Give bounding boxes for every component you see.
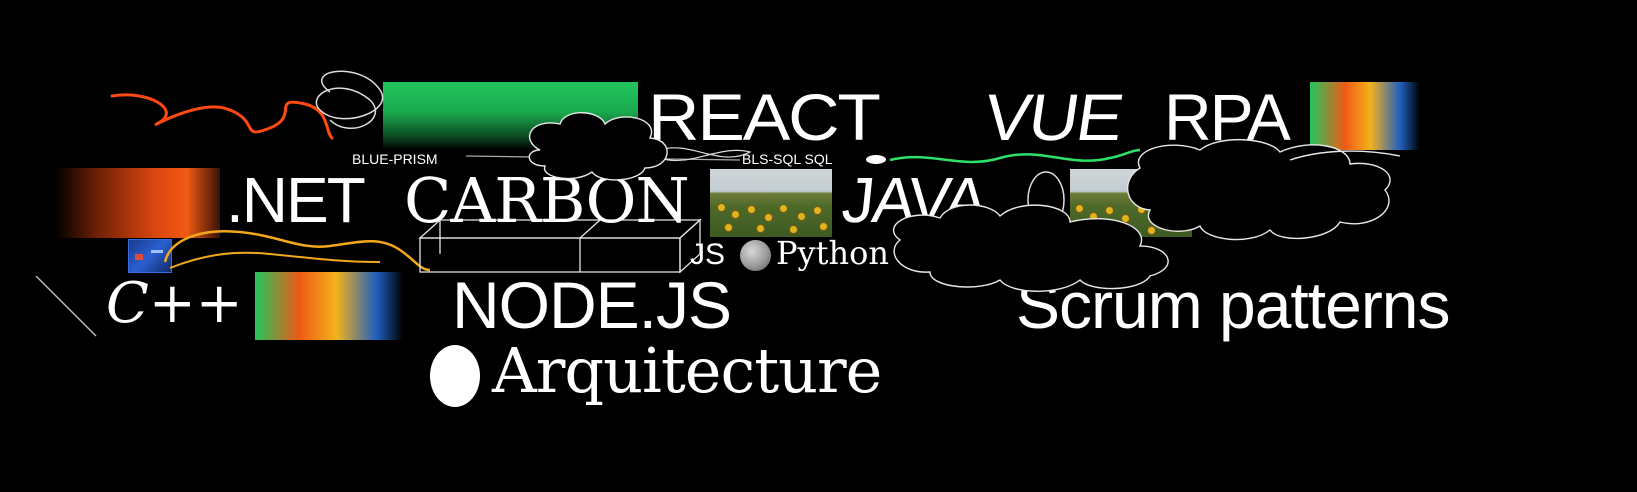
moon-icon — [740, 240, 771, 271]
rpa-label: RPA — [1164, 80, 1291, 154]
scrum-patterns-label: Scrum patterns — [1016, 268, 1450, 342]
nodejs-label: NODE.JS — [452, 268, 732, 342]
react-label: REACT — [648, 80, 881, 154]
arquitecture-label: Arquitecture — [492, 334, 882, 407]
js-label: JS — [690, 238, 726, 271]
collage-canvas: REACT VUE RPA BLUE-PRISM BLS-SQL SQL .NE… — [0, 0, 1637, 492]
sunflower-field-photo — [710, 169, 832, 237]
red-squiggle — [110, 93, 334, 140]
dotnet-label: .NET — [226, 164, 366, 236]
vue-label: VUE — [979, 80, 1127, 154]
java-label: JAVA — [838, 164, 989, 236]
carbon-label: CARBON — [404, 164, 690, 237]
cpp-label: C++ — [106, 271, 243, 336]
orange-gradient-block — [55, 168, 220, 238]
python-label: Python — [776, 234, 889, 272]
spectrum-block-left — [255, 272, 403, 340]
screen-thumbnail-icon — [128, 239, 172, 273]
sunflower-field-photo-2 — [1070, 169, 1192, 237]
small-white-ellipse — [866, 155, 886, 164]
green-gradient-block — [383, 82, 638, 150]
bls-sql-label: BLS-SQL SQL — [742, 151, 833, 167]
white-oval — [430, 345, 480, 407]
scribble-loops — [315, 70, 384, 129]
spectrum-block-right — [1310, 82, 1420, 150]
